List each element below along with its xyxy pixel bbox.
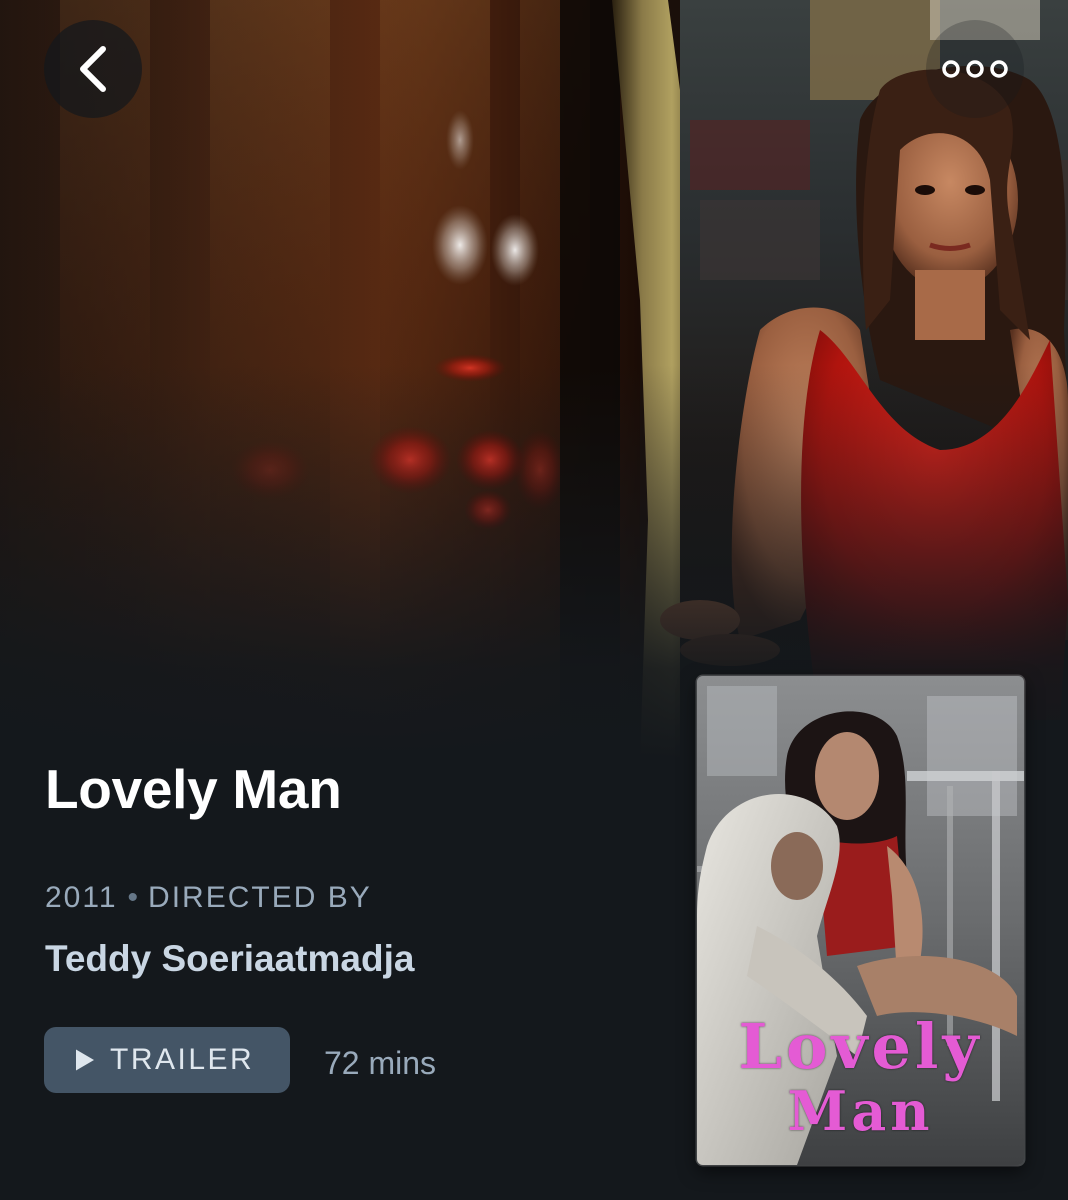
play-icon	[76, 1049, 94, 1071]
film-meta: 2011 • DIRECTED BY	[45, 880, 372, 916]
film-title: Lovely Man	[45, 758, 342, 820]
backdrop-image	[0, 0, 1068, 760]
back-button[interactable]	[44, 20, 142, 118]
poster-title-line1: Lovely	[738, 1010, 983, 1083]
film-poster[interactable]: Lovely Man	[697, 676, 1024, 1165]
film-detail-page: Lovely Man 2011 • DIRECTED BY Teddy Soeria…	[0, 0, 1068, 1200]
directed-by-label: DIRECTED BY	[148, 881, 372, 914]
meta-separator: •	[127, 881, 139, 914]
chevron-left-icon	[80, 46, 106, 92]
more-dots-icon	[942, 60, 1008, 78]
trailer-label: TRAILER	[110, 1043, 255, 1076]
runtime: 72 mins	[324, 1045, 437, 1081]
director-link[interactable]: Teddy Soeriaatmadja	[45, 936, 414, 982]
poster-title-line2: Man	[787, 1079, 934, 1143]
more-options-button[interactable]	[926, 20, 1024, 118]
release-year[interactable]: 2011	[45, 881, 118, 914]
trailer-button[interactable]: TRAILER	[44, 1027, 290, 1093]
